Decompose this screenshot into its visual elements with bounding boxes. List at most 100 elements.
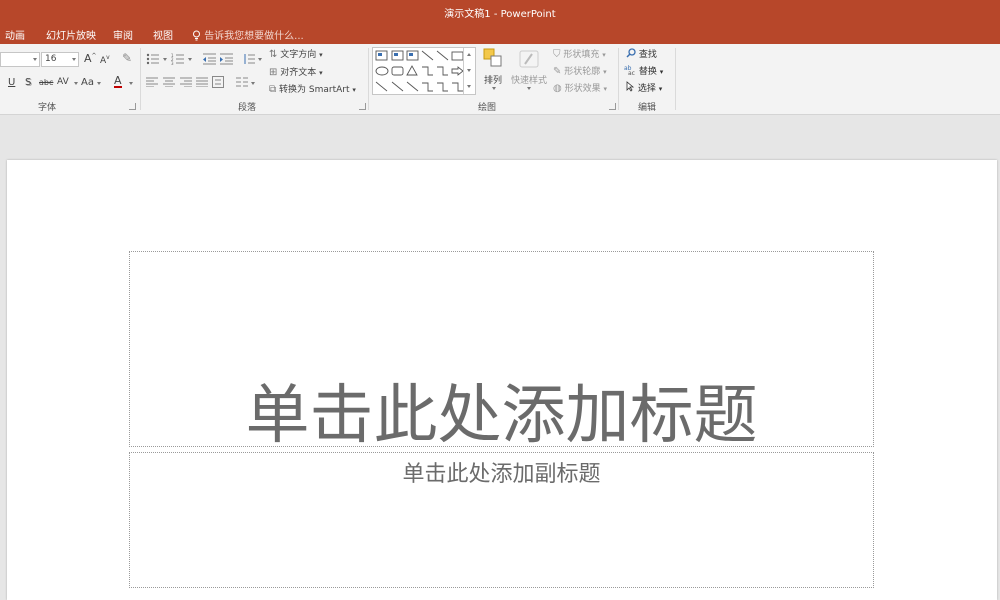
shapes-gallery[interactable] [372,47,476,95]
shape-effects-button[interactable]: ◍ 形状效果 ▾ [553,81,607,94]
font-group-label: 字体 [38,103,57,113]
font-dialog-launcher-icon[interactable] [129,103,136,110]
drawing-dialog-launcher-icon[interactable] [609,103,616,110]
tab-view[interactable]: 视图 [153,27,173,42]
chevron-down-icon [527,87,531,90]
svg-text:3: 3 [171,61,174,65]
chevron-down-icon [72,58,76,61]
paragraph-dialog-launcher-icon[interactable] [359,103,366,110]
font-color-button[interactable]: A [114,75,122,88]
ribbon-home: 16 A^ Av ✎ U S abc AV Aa A 字体 123 ⇅ 文字方向… [0,44,1000,115]
paint-bucket-icon: ⛉ [553,49,561,60]
shrink-font-button[interactable]: Av [100,54,110,66]
line-spacing-icon[interactable] [243,53,255,65]
bullets-icon[interactable] [146,53,160,65]
tell-me-text: 告诉我您想要做什么... [204,31,304,42]
align-left-icon[interactable] [146,77,158,87]
chevron-down-icon [251,82,255,85]
title-placeholder[interactable]: 单击此处添加标题 [129,251,874,453]
align-right-icon[interactable] [180,77,192,87]
quick-styles-label: 快速样式 [511,76,548,86]
search-icon [626,48,636,58]
replace-icon: abac [624,65,635,77]
justify-icon[interactable] [196,77,208,87]
replace-button[interactable]: ab ac 替换 ▾ [624,64,663,77]
shape-effects-label: 形状效果 [564,84,601,94]
align-text-label: 对齐文本 [280,68,317,78]
tab-animations[interactable]: 动画 [5,27,25,42]
char-spacing-button[interactable]: AV [57,77,69,87]
svg-text:ac: ac [628,70,635,75]
slide-canvas[interactable]: 单击此处添加标题 单击此处添加副标题 [7,160,997,600]
chevron-down-icon [129,82,133,85]
chevron-down-icon [467,69,471,72]
gallery-scroll[interactable] [463,48,475,94]
convert-smartart-button[interactable]: ⧉ 转换为 SmartArt ▾ [269,82,356,95]
title-placeholder-text: 单击此处添加标题 [245,379,758,453]
shapes-gallery-icons [375,50,464,92]
convert-smartart-label: 转换为 SmartArt [279,85,350,95]
chevron-down-icon [74,82,78,85]
text-direction-icon: ⇅ [269,49,278,60]
quick-styles-button[interactable] [517,48,541,73]
ribbon-tabs: 动画 幻灯片放映 审阅 视图 告诉我您想要做什么... [0,24,1000,44]
chevron-down-icon [33,58,37,61]
replace-label: 替换 [638,67,657,77]
pointer-icon [626,81,635,92]
arrange-icon [483,48,502,67]
tell-me-box[interactable]: 告诉我您想要做什么... [192,27,304,42]
align-center-icon[interactable] [163,77,175,87]
paragraph-group-label: 段落 [238,103,257,113]
align-text-icon: ⊞ [269,67,278,78]
tab-review[interactable]: 审阅 [113,27,133,42]
smartart-icon: ⧉ [269,84,277,95]
find-label: 查找 [638,50,657,60]
chevron-down-icon [492,87,496,90]
underline-button[interactable]: U [8,77,15,88]
group-separator [140,48,141,110]
more-icon [467,85,471,88]
effects-icon: ◍ [553,83,562,94]
group-separator [618,48,619,110]
window-title: 演示文稿1 - PowerPoint [444,9,556,20]
text-direction-label: 文字方向 [280,50,317,60]
select-label: 选择 [637,84,656,94]
subtitle-placeholder[interactable]: 单击此处添加副标题 [129,452,874,588]
chevron-down-icon [97,82,101,85]
clear-format-icon[interactable]: ✎ [122,51,132,65]
columns-icon[interactable] [236,77,248,87]
change-case-button[interactable]: Aa [81,77,94,88]
chevron-down-icon [258,58,262,61]
numbering-icon[interactable]: 123 [171,53,185,65]
drawing-group-label: 绘图 [478,103,497,113]
editing-group-label: 编辑 [638,103,657,113]
subtitle-placeholder-text: 单击此处添加副标题 [402,462,601,487]
chevron-down-icon [163,58,167,61]
chevron-up-icon [467,53,471,56]
chevron-down-icon [188,58,192,61]
shape-outline-label: 形状轮廓 [564,67,601,77]
find-button[interactable]: 查找 [626,47,657,60]
quick-styles-icon [519,50,539,68]
shadow-button[interactable]: S [25,77,31,88]
lightbulb-icon [193,30,200,41]
arrange-label: 排列 [484,76,503,86]
arrange-button[interactable] [482,48,504,71]
shape-fill-button[interactable]: ⛉ 形状填充 ▾ [553,47,606,60]
group-separator [368,48,369,110]
increase-indent-icon[interactable] [220,53,233,65]
group-separator [675,48,676,110]
pen-icon: ✎ [553,66,562,77]
strikethrough-button[interactable]: abc [39,78,53,87]
distributed-icon[interactable] [212,76,224,88]
tab-slideshow[interactable]: 幻灯片放映 [46,27,96,42]
text-direction-button[interactable]: ⇅ 文字方向 ▾ [269,47,323,60]
decrease-indent-icon[interactable] [203,53,216,65]
shape-fill-label: 形状填充 [563,50,600,60]
title-bar: 演示文稿1 - PowerPoint [0,0,1000,24]
font-size-value: 16 [45,54,57,64]
shape-outline-button[interactable]: ✎ 形状轮廓 ▾ [553,64,607,77]
grow-font-button[interactable]: A^ [84,52,97,65]
align-text-button[interactable]: ⊞ 对齐文本 ▾ [269,65,323,78]
select-button[interactable]: 选择 ▾ [626,81,662,94]
